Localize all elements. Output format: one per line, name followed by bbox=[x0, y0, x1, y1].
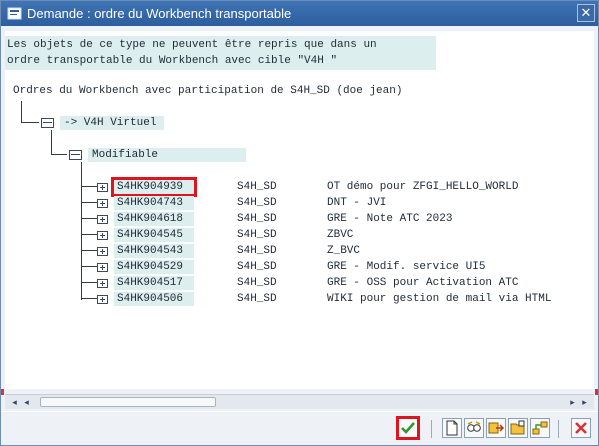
window-icon bbox=[7, 6, 23, 22]
request-row[interactable]: S4HK904543 S4H_SD Z_BVC bbox=[97, 243, 360, 259]
tree-line bbox=[81, 202, 97, 203]
request-description: ZBVC bbox=[327, 229, 354, 241]
ok-button[interactable] bbox=[396, 416, 420, 440]
request-target: S4H_SD bbox=[237, 277, 277, 289]
folder-tree-icon bbox=[510, 420, 525, 435]
request-row[interactable]: S4HK904529 S4H_SD GRE - Modif. service U… bbox=[97, 259, 485, 275]
info-message-line-1: Les objets de ce type ne peuvent être re… bbox=[7, 39, 377, 51]
tree-line bbox=[81, 298, 97, 299]
request-target: S4H_SD bbox=[237, 181, 277, 193]
target-node[interactable]: -> V4H Virtuel bbox=[41, 115, 164, 130]
tree-line bbox=[81, 282, 97, 283]
request-row[interactable]: S4HK904517 S4H_SD GRE - OSS pour Activat… bbox=[97, 275, 518, 291]
tree-line bbox=[81, 266, 97, 267]
request-target: S4H_SD bbox=[237, 261, 277, 273]
scroll-first-icon[interactable]: ◂ bbox=[9, 397, 20, 408]
expand-icon[interactable] bbox=[97, 230, 108, 240]
status-node-label: Modifiable bbox=[88, 147, 246, 162]
info-message-line-2: ordre transportable du Workbench avec ci… bbox=[7, 55, 338, 67]
ok-icon bbox=[401, 422, 415, 434]
tree-line bbox=[81, 186, 97, 187]
button-toolbar bbox=[1, 411, 598, 445]
request-id[interactable]: S4HK904618 bbox=[114, 212, 194, 226]
dialog-window: Demande : ordre du Workbench transportab… bbox=[0, 0, 599, 446]
request-target: S4H_SD bbox=[237, 197, 277, 209]
tree-line bbox=[81, 162, 82, 300]
request-id[interactable]: S4HK904743 bbox=[114, 196, 194, 210]
request-target: S4H_SD bbox=[237, 293, 277, 305]
expand-icon[interactable] bbox=[97, 294, 108, 304]
expand-icon[interactable] bbox=[97, 198, 108, 208]
status-node[interactable]: Modifiable bbox=[69, 147, 246, 162]
request-target: S4H_SD bbox=[237, 213, 277, 225]
new-request-button[interactable] bbox=[442, 418, 462, 438]
scroll-right-icon[interactable]: ▸ bbox=[567, 397, 578, 408]
title-bar: Demande : ordre du Workbench transportab… bbox=[1, 1, 598, 26]
request-description: GRE - Note ATC 2023 bbox=[327, 213, 453, 225]
request-target: S4H_SD bbox=[237, 245, 277, 257]
request-description: WIKI pour gestion de mail via HTML bbox=[327, 293, 552, 305]
close-button[interactable]: ✕ bbox=[577, 4, 595, 22]
horizontal-scrollbar[interactable]: ◂ ◂ ▸ ▸ bbox=[5, 394, 594, 409]
tree-line bbox=[21, 122, 39, 123]
request-description: OT démo pour ZFGI_HELLO_WORLD bbox=[327, 181, 519, 193]
request-id[interactable]: S4HK904529 bbox=[114, 260, 194, 274]
tree-line bbox=[81, 234, 97, 235]
cancel-button[interactable] bbox=[571, 418, 591, 438]
request-description: DNT - JVI bbox=[327, 197, 387, 209]
new-document-icon bbox=[446, 420, 458, 436]
request-row[interactable]: S4HK904545 S4H_SD ZBVC bbox=[97, 227, 353, 243]
tree-line bbox=[81, 250, 97, 251]
expand-icon[interactable] bbox=[97, 278, 108, 288]
request-id[interactable]: S4HK904506 bbox=[114, 292, 194, 306]
scroll-left-icon[interactable]: ◂ bbox=[21, 397, 32, 408]
find-icon bbox=[467, 421, 481, 432]
request-row[interactable]: S4HK904939 S4H_SD OT démo pour ZFGI_HELL… bbox=[97, 177, 518, 197]
content-area: Les objets de ce type ne peuvent être re… bbox=[5, 31, 594, 389]
find-button[interactable] bbox=[464, 418, 484, 438]
tree-line bbox=[21, 101, 22, 123]
folder-button[interactable] bbox=[508, 418, 528, 438]
window-title: Demande : ordre du Workbench transportab… bbox=[27, 6, 292, 21]
tree-line bbox=[81, 218, 97, 219]
info-message: Les objets de ce type ne peuvent être re… bbox=[5, 36, 436, 70]
request-target: S4H_SD bbox=[237, 229, 277, 241]
expand-icon[interactable] bbox=[97, 214, 108, 224]
frame-marker bbox=[595, 389, 598, 395]
frame-marker bbox=[1, 389, 4, 395]
tree-line bbox=[51, 154, 67, 155]
request-row[interactable]: S4HK904743 S4H_SD DNT - JVI bbox=[97, 195, 386, 211]
tree-line bbox=[51, 130, 52, 155]
scrollbar-thumb[interactable] bbox=[40, 397, 216, 407]
request-description: GRE - OSS pour Activation ATC bbox=[327, 277, 519, 289]
folder-open-icon bbox=[41, 117, 54, 128]
hierarchy-button[interactable] bbox=[530, 418, 550, 438]
tree-header: Ordres du Workbench avec participation d… bbox=[13, 85, 403, 97]
transport-icon bbox=[488, 422, 504, 434]
expand-icon[interactable] bbox=[97, 262, 108, 272]
request-row[interactable]: S4HK904506 S4H_SD WIKI pour gestion de m… bbox=[97, 291, 551, 307]
scroll-last-icon[interactable]: ▸ bbox=[579, 397, 590, 408]
request-id[interactable]: S4HK904545 bbox=[114, 228, 194, 242]
transport-button[interactable] bbox=[486, 418, 506, 438]
request-id[interactable]: S4HK904939 bbox=[111, 177, 197, 197]
toolbar-separator bbox=[558, 420, 559, 438]
folder-open-icon bbox=[69, 149, 82, 160]
toolbar-separator bbox=[431, 420, 432, 438]
target-node-label: -> V4H Virtuel bbox=[60, 115, 164, 130]
expand-icon[interactable] bbox=[97, 182, 108, 192]
cancel-icon bbox=[575, 422, 587, 434]
request-description: GRE - Modif. service UI5 bbox=[327, 261, 486, 273]
request-id[interactable]: S4HK904517 bbox=[114, 276, 194, 290]
request-row[interactable]: S4HK904618 S4H_SD GRE - Note ATC 2023 bbox=[97, 211, 452, 227]
request-description: Z_BVC bbox=[327, 245, 361, 257]
expand-icon[interactable] bbox=[97, 246, 108, 256]
request-id[interactable]: S4HK904543 bbox=[114, 244, 194, 258]
hierarchy-icon bbox=[532, 421, 548, 435]
